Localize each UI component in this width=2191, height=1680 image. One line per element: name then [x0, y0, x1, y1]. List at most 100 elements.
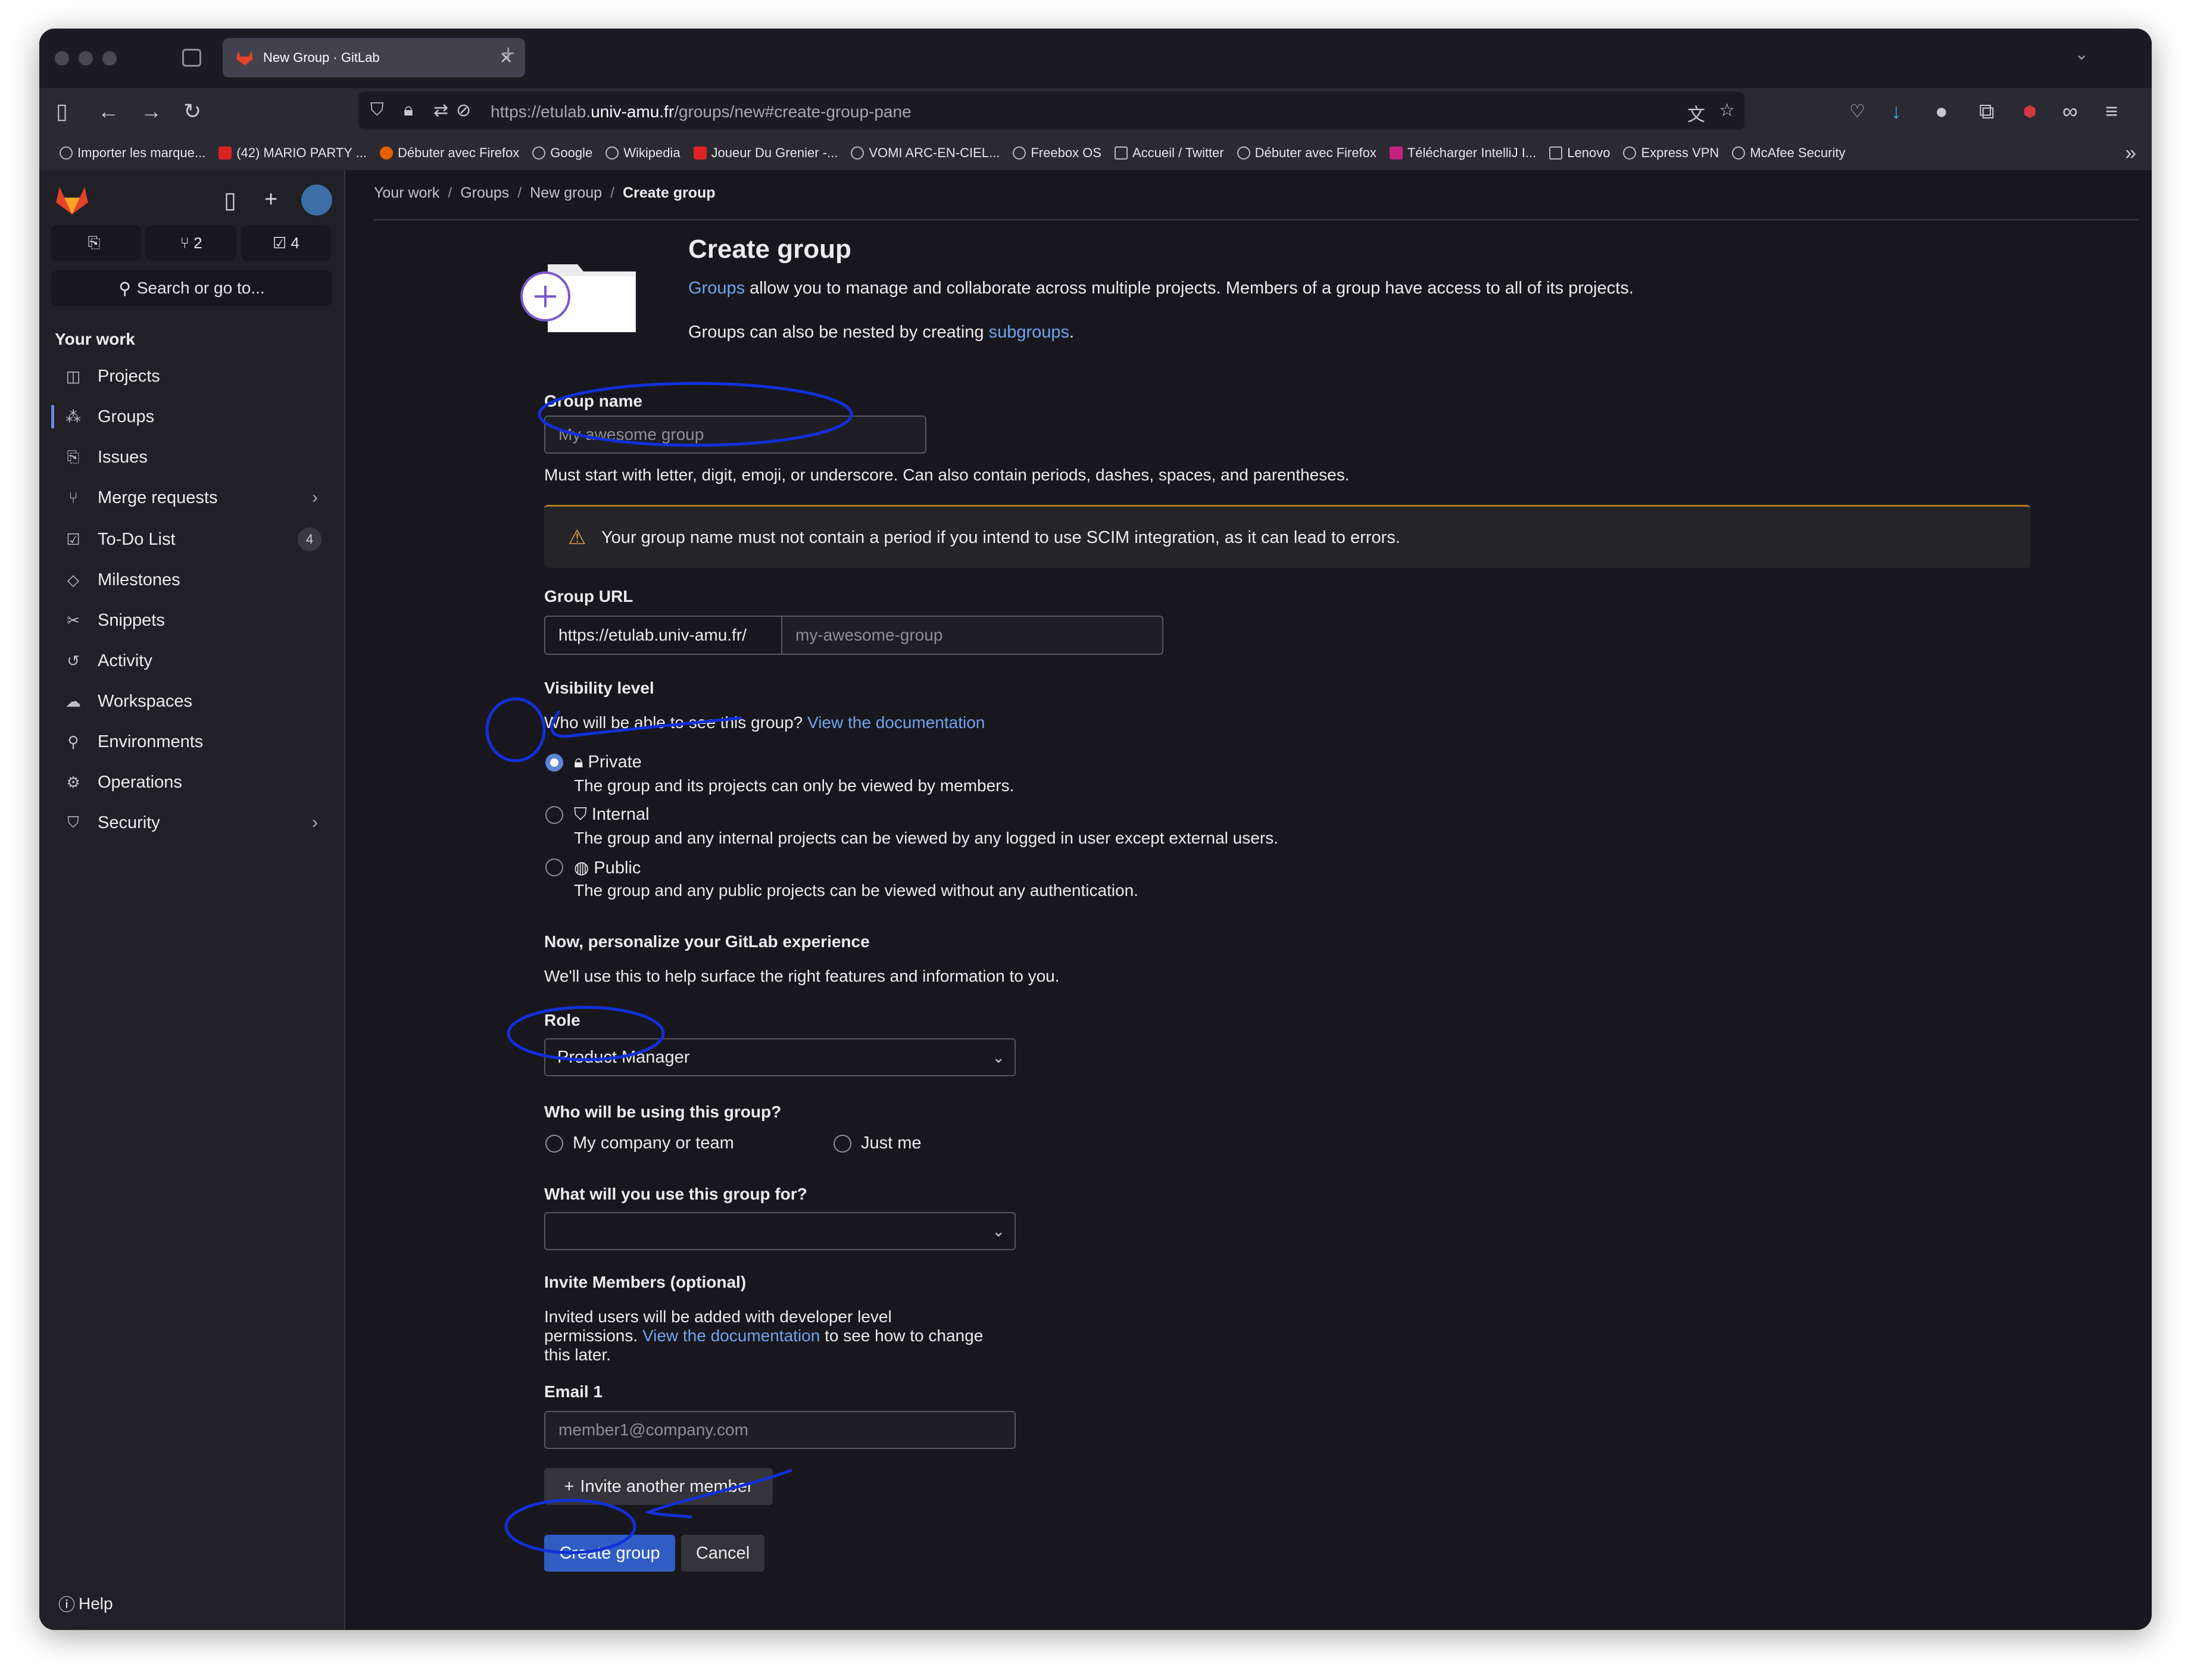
extensions-icon[interactable]: ⧉ — [1979, 99, 1995, 124]
sidebar-toggle-icon[interactable]: ▯ — [56, 99, 68, 124]
group-url-input[interactable]: my-awesome-group — [781, 616, 1163, 655]
pocket-icon[interactable]: ♡ — [1849, 101, 1865, 122]
invite-doc-link[interactable]: View the documentation — [642, 1326, 820, 1345]
url-text[interactable]: https://etulab.univ-amu.fr/groups/new#cr… — [491, 102, 912, 121]
account-icon[interactable]: ● — [1935, 99, 1948, 124]
downloads-icon[interactable]: ↓ — [1891, 99, 1902, 124]
search-button[interactable]: ⚲ Search or go to... — [51, 270, 332, 306]
subgroups-link[interactable]: subgroups — [989, 323, 1069, 342]
reload-icon[interactable]: ↻ — [183, 99, 201, 124]
purpose-select[interactable]: ⌄ — [544, 1212, 1016, 1250]
visibility-doc-link[interactable]: View the documentation — [807, 713, 985, 732]
lock-icon[interactable]: 🔒︎ — [404, 100, 413, 120]
sidebar-item-projects[interactable]: ◫ Projects — [51, 358, 332, 394]
create-new-icon[interactable]: + — [264, 187, 277, 213]
sidebar-item-todo-list[interactable]: ☑ To-Do List 4 — [51, 522, 332, 557]
todos-button[interactable]: ☑ 4 — [241, 225, 331, 261]
bookmark-item[interactable]: Accueil / Twitter — [1114, 145, 1224, 161]
bookmark-label: Télécharger IntelliJ I... — [1407, 145, 1537, 160]
merge-requests-button[interactable]: ⑂ 2 — [146, 225, 236, 261]
sidebar-item-security[interactable]: ⛉ Security › — [51, 805, 332, 841]
email-field[interactable]: member1@company.com — [544, 1411, 1016, 1449]
avatar[interactable] — [301, 185, 332, 216]
invite-another-member-button[interactable]: + Invite another member — [544, 1468, 773, 1505]
visibility-internal-label[interactable]: ⛉ Internal — [574, 805, 650, 825]
bookmark-item[interactable]: Joueur Du Grenier -... — [693, 145, 838, 161]
new-tab-icon[interactable]: + — [501, 40, 515, 67]
tab-list-chevron-icon[interactable]: ⌄ — [2075, 44, 2089, 64]
group-url-label: Group URL — [544, 587, 633, 605]
breadcrumb-new-group[interactable]: New group — [530, 185, 602, 201]
cancel-button[interactable]: Cancel — [681, 1535, 764, 1572]
sidebar-item-issues[interactable]: ⎘ Issues — [51, 439, 332, 475]
using-company-label[interactable]: My company or team — [573, 1133, 734, 1153]
translate-icon[interactable]: 文 — [1687, 100, 1705, 126]
x-twitter-icon — [1114, 146, 1128, 160]
tracking-off-icon[interactable]: ⊘ — [456, 100, 471, 121]
more-bookmarks-icon[interactable]: » — [2125, 142, 2136, 165]
url-bar[interactable]: ⛉ 🔒︎ ⇄ ⊘ https://etulab.univ-amu.fr/grou… — [358, 92, 1744, 130]
sidebar-item-groups[interactable]: ⁂ Groups — [51, 399, 332, 435]
breadcrumb-groups[interactable]: Groups — [460, 185, 509, 201]
visibility-private-radio[interactable] — [545, 754, 563, 772]
bookmark-item[interactable]: Débuter avec Firefox — [380, 145, 519, 161]
using-company-radio[interactable] — [545, 1135, 563, 1153]
visibility-public-label[interactable]: ◍ Public — [574, 857, 641, 878]
back-icon[interactable]: ← — [98, 99, 119, 124]
ublock-icon[interactable]: ⬢ — [2023, 102, 2037, 121]
bookmark-item[interactable]: Freebox OS — [1013, 145, 1101, 161]
close-window-button[interactable] — [55, 51, 69, 65]
bookmark-item[interactable]: Google — [532, 145, 592, 161]
breadcrumb-your-work[interactable]: Your work — [374, 185, 439, 201]
collapse-sidebar-icon[interactable]: ▯ — [224, 187, 236, 214]
bookmark-folder[interactable]: Lenovo — [1549, 145, 1610, 161]
visibility-public-radio[interactable] — [545, 858, 563, 876]
browser-tab[interactable]: New Group · GitLab ✕ — [223, 38, 525, 77]
bookmark-item[interactable]: Wikipedia — [606, 145, 681, 161]
nav-bar: ▯ ← → ↻ ⛉ 🔒︎ ⇄ ⊘ https://etulab.univ-amu… — [39, 88, 2152, 136]
sidebar-item-milestones[interactable]: ◇ Milestones — [51, 562, 332, 598]
bookmark-item[interactable]: Express VPN — [1623, 145, 1719, 161]
assigned-issues-button[interactable]: ⎘ — [51, 225, 142, 261]
visibility-internal-radio[interactable] — [545, 806, 563, 824]
bookmark-item[interactable]: McAfee Security — [1732, 145, 1845, 161]
sidebar-item-label: To-Do List — [98, 529, 176, 549]
role-select[interactable]: Product Manager ⌄ — [544, 1038, 1016, 1076]
visibility-private-label[interactable]: 🔒︎ Private — [574, 752, 642, 772]
bookmark-item[interactable]: VOMI ARC-EN-CIEL... — [851, 145, 1000, 161]
bookmark-item[interactable]: (42) MARIO PARTY ... — [219, 145, 367, 161]
permissions-icon[interactable]: ⇄ — [433, 100, 448, 121]
forward-icon[interactable]: → — [141, 99, 162, 124]
bookmark-item[interactable]: Débuter avec Firefox — [1237, 145, 1377, 161]
sidebar-item-merge-requests[interactable]: ⑂ Merge requests › — [51, 480, 332, 516]
group-name-input[interactable]: My awesome group — [544, 416, 926, 454]
minimize-window-button[interactable] — [79, 51, 93, 65]
sidebar: ▯ + ⎘ ⑂ 2 ☑ 4 ⚲ Search or go to... Your … — [39, 170, 345, 1630]
personalize-text: We'll use this to help surface the right… — [544, 967, 1060, 985]
menu-icon[interactable]: ≡ — [2105, 99, 2118, 124]
sidebar-item-workspaces[interactable]: ☁ Workspaces — [51, 683, 332, 719]
invite-text-line2b: to see how to change — [820, 1326, 984, 1345]
visibility-internal-help: The group and any internal projects can … — [574, 829, 1278, 847]
bookmark-item[interactable]: Importer les marque... — [60, 145, 205, 161]
sidebar-item-snippets[interactable]: ✂ Snippets — [51, 602, 332, 638]
zoom-window-button[interactable] — [102, 51, 117, 65]
groups-link[interactable]: Groups — [688, 279, 745, 298]
bookmark-label: (42) MARIO PARTY ... — [236, 145, 367, 160]
tab-overview-icon[interactable] — [182, 49, 201, 67]
todos-count: 4 — [291, 233, 299, 252]
using-just-me-label[interactable]: Just me — [861, 1133, 922, 1153]
chevron-right-icon: › — [312, 488, 318, 507]
sidebar-item-operations[interactable]: ⚙ Operations — [51, 764, 332, 800]
bookmark-star-icon[interactable]: ☆ — [1719, 100, 1735, 121]
using-just-me-radio[interactable] — [834, 1135, 851, 1153]
bookmark-item[interactable]: Télécharger IntelliJ I... — [1389, 145, 1537, 161]
help-button[interactable]: ⓘ Help — [58, 1592, 113, 1616]
private-mask-icon[interactable]: ∞ — [2062, 99, 2078, 124]
sidebar-item-environments[interactable]: ⚲ Environments — [51, 724, 332, 760]
shield-icon[interactable]: ⛉ — [370, 100, 384, 120]
gitlab-logo-icon[interactable] — [55, 185, 89, 216]
create-group-button[interactable]: Create group — [544, 1535, 675, 1572]
breadcrumb-create-group[interactable]: Create group — [623, 185, 716, 201]
sidebar-item-activity[interactable]: ↺ Activity — [51, 643, 332, 679]
